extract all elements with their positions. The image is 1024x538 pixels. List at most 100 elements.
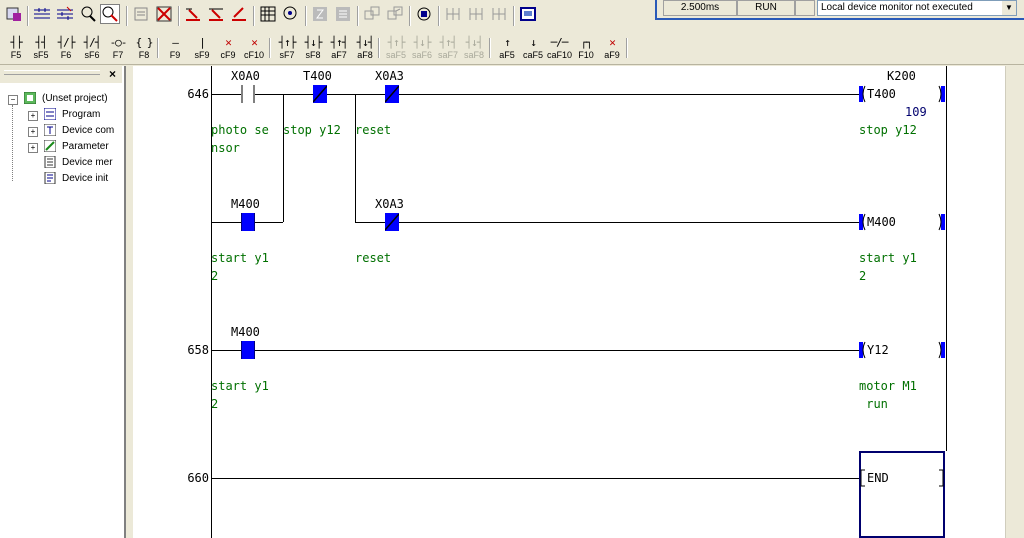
- nc-contact-x0a3-b[interactable]: [385, 213, 399, 231]
- nc-contact-x0a3[interactable]: [385, 85, 399, 103]
- fkey-saf7-button[interactable]: ┤↑┤ saF7: [436, 35, 460, 63]
- fkey-symbol-icon: ↑: [504, 36, 511, 49]
- comment-coil-start-y12: start y1 2: [859, 251, 917, 283]
- device-init-icon: [44, 172, 56, 184]
- fkey-label: F8: [138, 50, 150, 60]
- device-label-x0a3-b: X0A3: [375, 197, 404, 211]
- step-number: 658: [187, 343, 209, 357]
- project-icon[interactable]: [4, 4, 24, 24]
- fkey-label: sF7: [279, 50, 295, 60]
- vertical-scrollbar[interactable]: [1005, 66, 1024, 538]
- fkey-label: aF5: [499, 50, 515, 60]
- comment-reset-b: reset: [355, 251, 392, 265]
- fkey-f10-button[interactable]: ┌┐ F10: [574, 35, 598, 63]
- fkey-af8-button[interactable]: ┤↓┤ aF8: [353, 35, 377, 63]
- fkey-saf6-button[interactable]: ┤↓├ saF6: [410, 35, 434, 63]
- fkey-f8-button[interactable]: { } F8: [132, 35, 156, 63]
- fkey-symbol-icon: —: [172, 36, 179, 49]
- fkey-symbol-icon: { }: [135, 36, 154, 49]
- fkey-af9-button[interactable]: ✕ aF9: [600, 35, 624, 63]
- fkey-sf6-button[interactable]: ┤/┤ sF6: [80, 35, 104, 63]
- convert-icon[interactable]: [183, 4, 203, 24]
- column-icon[interactable]: [443, 4, 463, 24]
- delete-icon[interactable]: [154, 4, 174, 24]
- no-contact-m400[interactable]: [241, 213, 255, 231]
- close-icon[interactable]: ×: [106, 68, 119, 81]
- comment-motor-m1-run: motor M1 run: [859, 379, 917, 411]
- ladder-read-icon[interactable]: [32, 4, 52, 24]
- ladder-write-icon[interactable]: [55, 4, 75, 24]
- tree-item-parameter[interactable]: Parameter: [62, 139, 109, 155]
- no-contact-x0a0[interactable]: [241, 85, 255, 103]
- fkey-f7-button[interactable]: -○- F7: [106, 35, 130, 63]
- fkey-label: saF5: [385, 50, 406, 60]
- convert-all-icon[interactable]: [206, 4, 226, 24]
- no-contact-m400-658[interactable]: [241, 341, 255, 359]
- fkey-label: F5: [10, 50, 22, 60]
- window-icon[interactable]: [518, 4, 538, 24]
- fkey-symbol-icon: ┤/├: [57, 36, 76, 49]
- nc-contact-t400[interactable]: [313, 85, 327, 103]
- fkey-saf8-button[interactable]: ┤↓┤ saF8: [462, 35, 486, 63]
- step-number: 646: [187, 87, 209, 101]
- print-icon[interactable]: [131, 4, 151, 24]
- wire: [327, 94, 385, 95]
- collapse-icon[interactable]: −: [8, 95, 18, 105]
- fkey-label: aF7: [331, 50, 347, 60]
- expand-icon[interactable]: +: [28, 127, 38, 137]
- fkey-f6-button[interactable]: ┤/├ F6: [54, 35, 78, 63]
- coil-label-m400: M400: [867, 215, 896, 229]
- fkey-label: aF8: [357, 50, 373, 60]
- diagnostics-icon[interactable]: [281, 4, 301, 24]
- step-icon[interactable]: [310, 4, 330, 24]
- fkey-symbol-icon: ┤↑├: [278, 36, 297, 49]
- end-label: END: [867, 471, 889, 485]
- fkey-symbol-icon: ✕: [609, 36, 616, 49]
- fkey-label: sF6: [84, 50, 100, 60]
- fkey-saf5-button[interactable]: ┤↑├ saF5: [384, 35, 408, 63]
- column3-icon[interactable]: [489, 4, 509, 24]
- wire: [255, 94, 313, 95]
- ladder-editor[interactable]: 646 658 660 X0A0 T400 X0A3 K200 T400 109…: [133, 66, 1005, 538]
- wire: [255, 222, 283, 223]
- fkey-label: saF8: [463, 50, 484, 60]
- step-all-icon[interactable]: [333, 4, 353, 24]
- fkey-af5-button[interactable]: ↑ aF5: [495, 35, 519, 63]
- tree-root-label[interactable]: (Unset project): [42, 91, 108, 107]
- fkey-af7-button[interactable]: ┤↑┤ aF7: [327, 35, 351, 63]
- tree-item-device-memory[interactable]: Device mer: [62, 155, 113, 171]
- fkey-sf9-button[interactable]: | sF9: [190, 35, 214, 63]
- cursor-box[interactable]: [859, 451, 945, 538]
- split-icon[interactable]: [362, 4, 382, 24]
- tree-item-device-init[interactable]: Device init: [62, 171, 108, 187]
- fkey-sf8-button[interactable]: ┤↓├ sF8: [301, 35, 325, 63]
- zoom-icon[interactable]: [414, 4, 434, 24]
- fkey-cf10-button[interactable]: ✕ cF10: [242, 35, 266, 63]
- tree-item-program[interactable]: Program: [62, 107, 100, 123]
- fkey-caf5-button[interactable]: ↓ caF5: [521, 35, 545, 63]
- grip-bar[interactable]: [4, 70, 100, 75]
- device-list-icon[interactable]: [258, 4, 278, 24]
- wire: [255, 350, 861, 351]
- chevron-down-icon[interactable]: ▼: [1002, 1, 1016, 15]
- find-icon[interactable]: [78, 4, 98, 24]
- fkey-caf10-button[interactable]: ─/─ caF10: [547, 35, 572, 63]
- fkey-f9-button[interactable]: — F9: [163, 35, 187, 63]
- merge-icon[interactable]: [385, 4, 405, 24]
- fkey-sf5-button[interactable]: ┤┤ sF5: [29, 35, 53, 63]
- fkey-symbol-icon: ┤↓├: [304, 36, 323, 49]
- column2-icon[interactable]: [466, 4, 486, 24]
- fkey-sf7-button[interactable]: ┤↑├ sF7: [275, 35, 299, 63]
- fkey-label: saF6: [411, 50, 432, 60]
- device-monitor-select[interactable]: Local device monitor not executed ▼: [817, 0, 1017, 16]
- toolbar-separator: [489, 38, 491, 58]
- fkey-f5-button[interactable]: ┤├ F5: [4, 35, 28, 63]
- branch-wire: [355, 94, 356, 222]
- fkey-cf9-button[interactable]: ✕ cF9: [216, 35, 240, 63]
- expand-icon[interactable]: +: [28, 111, 38, 121]
- edit-icon[interactable]: [229, 4, 249, 24]
- tree-item-device-comment[interactable]: Device com: [62, 123, 114, 139]
- monitor-mode-icon[interactable]: [100, 4, 120, 24]
- fkey-label: F9: [169, 50, 181, 60]
- expand-icon[interactable]: +: [28, 143, 38, 153]
